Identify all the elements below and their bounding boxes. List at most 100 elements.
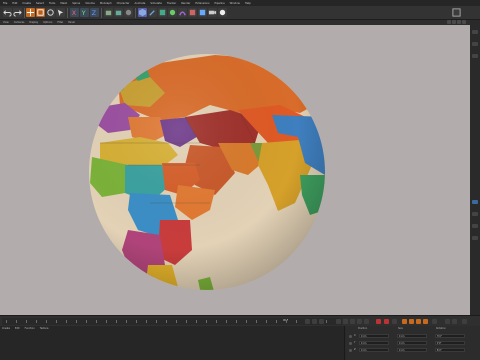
key-pla-button[interactable] [432, 319, 437, 324]
viewport[interactable] [0, 25, 470, 315]
zoom-icon[interactable] [452, 20, 456, 24]
timeline-tick [116, 320, 117, 323]
autokey-button[interactable] [384, 319, 389, 324]
loop-button[interactable] [364, 319, 369, 324]
next-frame-button[interactable] [343, 319, 348, 324]
position-z-field[interactable]: 0 cm [359, 348, 389, 352]
view-menu-panel[interactable]: Panel [68, 21, 74, 24]
size-y-field[interactable]: 0 cm [397, 341, 427, 345]
next-key-button[interactable] [350, 319, 355, 324]
scale-icon[interactable] [36, 8, 45, 17]
timeline-tick [56, 320, 57, 323]
field-icon[interactable] [188, 8, 197, 17]
menu-volume[interactable]: Volume [85, 2, 95, 5]
timeline-tick [206, 320, 207, 323]
material-menu-edit[interactable]: Edit [15, 327, 20, 330]
rotation-h-field[interactable]: H 0° [435, 334, 465, 338]
first-frame-button[interactable] [305, 319, 310, 324]
prev-frame-button[interactable] [319, 319, 324, 324]
menu-create[interactable]: Create [22, 2, 31, 5]
strip-icon-1[interactable] [472, 30, 478, 34]
cloner-icon[interactable] [168, 8, 177, 17]
menu-window[interactable]: Window [230, 2, 240, 5]
menu-file[interactable]: File [3, 2, 7, 5]
deformer-icon[interactable] [178, 8, 187, 17]
menu-mesh[interactable]: Mesh [60, 2, 67, 5]
redo-icon[interactable] [13, 8, 22, 17]
strip-icon-3[interactable] [472, 54, 478, 58]
menu-character[interactable]: Character [117, 2, 130, 5]
position-x-field[interactable]: 0 cm [359, 334, 389, 338]
play-button[interactable] [336, 319, 341, 324]
menu-simulate[interactable]: Simulate [150, 2, 161, 5]
timeline-option-2[interactable] [452, 319, 457, 324]
rotate-icon[interactable] [46, 8, 55, 17]
view-menu-display[interactable]: Display [29, 21, 38, 24]
timeline-tick [166, 320, 167, 323]
key-parameter-button[interactable] [423, 319, 428, 324]
pen-icon[interactable] [148, 8, 157, 17]
pan-icon[interactable] [447, 20, 451, 24]
strip-icon-7[interactable] [472, 236, 478, 240]
key-rotation-button[interactable] [416, 319, 421, 324]
key-scale-button[interactable] [409, 319, 414, 324]
select-icon[interactable] [56, 8, 65, 17]
timeline-tick [186, 320, 187, 323]
material-menu-create[interactable]: Create [2, 327, 10, 330]
material-manager: Create Edit Function Texture [0, 326, 345, 360]
strip-icon-5[interactable] [472, 212, 478, 216]
record-button[interactable] [376, 319, 381, 324]
axis-y-icon[interactable]: Y [80, 8, 89, 17]
strip-icon-4[interactable] [472, 200, 478, 204]
orbit-icon[interactable] [457, 20, 461, 24]
timeline-tick [136, 320, 137, 323]
rotation-p-field[interactable]: P 0° [435, 341, 465, 345]
menu-help[interactable]: Help [245, 2, 251, 5]
render-icon[interactable] [114, 8, 123, 17]
timeline-tick [296, 320, 297, 323]
rotation-b-field[interactable]: B 0° [435, 348, 465, 352]
strip-icon-2[interactable] [472, 42, 478, 46]
timeline-tick [146, 320, 147, 323]
menu-pipeline[interactable]: Pipeline [215, 2, 225, 5]
menu-edit[interactable]: Edit [12, 2, 17, 5]
axis-z-icon[interactable]: Z [90, 8, 99, 17]
menu-render[interactable]: Render [181, 2, 190, 5]
menu-select[interactable]: Select [36, 2, 44, 5]
menu-tools[interactable]: Tools [49, 2, 55, 5]
cube-icon[interactable] [138, 8, 147, 17]
strip-icon-6[interactable] [472, 224, 478, 228]
maximize-icon[interactable] [462, 20, 466, 24]
render-region-icon[interactable] [104, 8, 113, 17]
light-icon[interactable] [218, 8, 227, 17]
subdivision-icon[interactable] [158, 8, 167, 17]
timeline-option-3[interactable] [462, 319, 467, 324]
material-menu-function[interactable]: Function [25, 327, 35, 330]
menu-animate[interactable]: Animate [134, 2, 145, 5]
axis-x-icon[interactable]: X [70, 8, 79, 17]
scene-icon[interactable] [198, 8, 207, 17]
position-y-field[interactable]: 0 cm [359, 341, 389, 345]
move-icon[interactable] [26, 8, 35, 17]
size-x-field[interactable]: 0 cm [397, 334, 427, 338]
last-frame-button[interactable] [357, 319, 362, 324]
key-position-button[interactable] [402, 319, 407, 324]
timeline-ruler[interactable] [2, 318, 342, 325]
timeline-option-1[interactable] [445, 319, 450, 324]
size-z-field[interactable]: 0 cm [397, 348, 427, 352]
menu-spline[interactable]: Spline [72, 2, 80, 5]
material-menu-texture[interactable]: Texture [40, 327, 49, 330]
menu-tracker[interactable]: Tracker [167, 2, 176, 5]
menu-mograph[interactable]: MoGraph [100, 2, 112, 5]
view-menu-options[interactable]: Options [43, 21, 52, 24]
menu-extensions[interactable]: Extensions [195, 2, 209, 5]
view-menu-view[interactable]: View [3, 21, 9, 24]
render-settings-icon[interactable] [124, 8, 133, 17]
prev-key-button[interactable] [312, 319, 317, 324]
camera-icon[interactable] [208, 8, 217, 17]
view-menu-cameras[interactable]: Cameras [14, 21, 25, 24]
view-menu-filter[interactable]: Filter [57, 21, 63, 24]
undo-icon[interactable] [3, 8, 12, 17]
layout-icon[interactable] [452, 8, 461, 17]
keyframe-selection-button[interactable] [392, 319, 397, 324]
